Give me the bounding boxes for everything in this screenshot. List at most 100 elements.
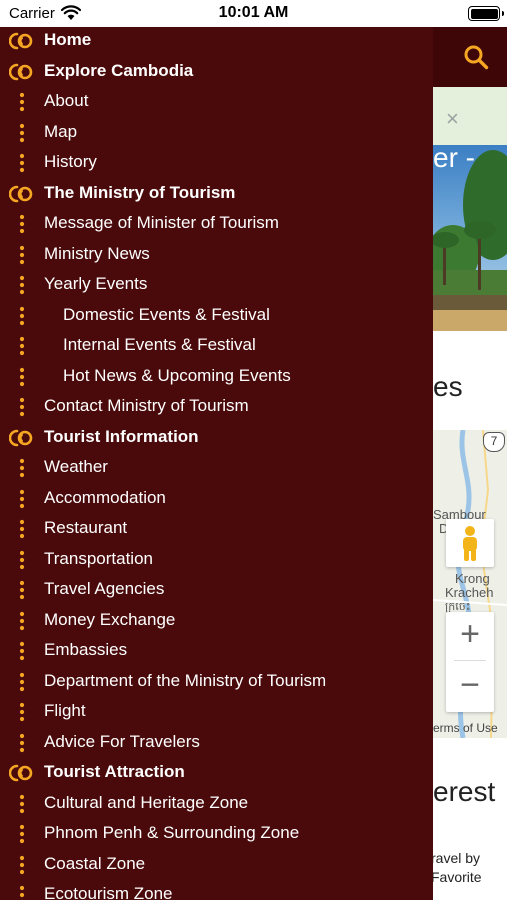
menu-item-label: Transportation xyxy=(44,548,153,568)
menu-item-ministry-news[interactable]: Ministry News xyxy=(0,240,433,271)
dots-icon xyxy=(9,855,35,875)
menu-item-label: Internal Events & Festival xyxy=(63,335,256,354)
dots-icon xyxy=(9,733,35,753)
menu-item-hot-news-and-upcoming-events[interactable]: Hot News & Upcoming Events xyxy=(0,362,433,393)
menu-item-tourist-attraction[interactable]: Tourist Attraction xyxy=(0,758,433,789)
close-icon[interactable]: × xyxy=(446,108,459,130)
zoom-controls: + − xyxy=(446,612,494,712)
dots-icon xyxy=(9,336,35,356)
menu-item-department-of-the-ministry-of-tourism[interactable]: Department of the Ministry of Tourism xyxy=(0,667,433,698)
section-heading: erest xyxy=(433,776,496,807)
dots-icon xyxy=(9,306,35,326)
divider xyxy=(454,660,486,661)
menu-item-label: Restaurant xyxy=(44,518,128,537)
menu-item-label: Advice For Travelers xyxy=(44,731,200,751)
menu-item-weather[interactable]: Weather xyxy=(0,453,433,484)
search-icon[interactable] xyxy=(463,44,489,70)
menu-item-label: Cultural and Heritage Zone xyxy=(44,792,249,812)
menu-item-restaurant[interactable]: Restaurant xyxy=(0,514,433,545)
pegman-icon xyxy=(463,526,477,561)
dots-icon xyxy=(9,458,35,478)
menu-item-label: Embassies xyxy=(44,640,128,659)
menu-item-label: Tourist Attraction xyxy=(44,762,185,781)
road-number: 7 xyxy=(490,434,498,448)
menu-item-yearly-events[interactable]: Yearly Events xyxy=(0,270,433,301)
menu-item-contact-ministry-of-tourism[interactable]: Contact Ministry of Tourism xyxy=(0,392,433,423)
menu-item-label: Map xyxy=(44,121,78,141)
dots-icon xyxy=(9,824,35,844)
menu-item-label: Travel Agencies xyxy=(44,579,165,598)
menu-item-cultural-and-heritage-zone[interactable]: Cultural and Heritage Zone xyxy=(0,789,433,820)
menu-item-label: Ministry News xyxy=(44,243,150,263)
menu-item-label: Contact Ministry of Tourism xyxy=(44,396,249,415)
battery-icon xyxy=(468,6,504,21)
menu-item-money-exchange[interactable]: Money Exchange xyxy=(0,606,433,637)
menu-item-embassies[interactable]: Embassies xyxy=(0,636,433,667)
menu-item-label: Accommodation xyxy=(44,487,166,507)
zoom-out-button[interactable]: − xyxy=(446,664,494,710)
menu-item-coastal-zone[interactable]: Coastal Zone xyxy=(0,850,433,881)
clock: 10:01 AM xyxy=(218,4,289,21)
menu-item-home[interactable]: Home xyxy=(0,27,433,57)
menu-item-label: Weather xyxy=(44,457,108,476)
street-view-button[interactable] xyxy=(446,519,494,567)
navigation-drawer: Home Explore Cambodia About Map History The M… xyxy=(0,27,433,900)
menu-item-internal-events-and-festival[interactable]: Internal Events & Festival xyxy=(0,331,433,362)
road-badge: 7 xyxy=(483,432,505,452)
menu-item-domestic-events-and-festival[interactable]: Domestic Events & Festival xyxy=(0,301,433,332)
menu-item-label: About xyxy=(44,91,89,110)
menu-item-label: Flight xyxy=(44,701,86,720)
menu-item-label: Home xyxy=(44,30,92,49)
menu-item-about[interactable]: About xyxy=(0,87,433,118)
menu-item-transportation[interactable]: Transportation xyxy=(0,545,433,576)
menu-item-label: Domestic Events & Festival xyxy=(63,304,270,324)
section-heading: es xyxy=(433,371,463,402)
menu-item-accommodation[interactable]: Accommodation xyxy=(0,484,433,515)
dots-icon xyxy=(9,245,35,265)
dots-icon xyxy=(9,672,35,692)
menu-item-map[interactable]: Map xyxy=(0,118,433,149)
dots-icon xyxy=(9,397,35,417)
status-bar: Carrier 10:01 AM xyxy=(0,0,507,27)
menu-item-label: Phnom Penh & Surrounding Zone xyxy=(44,823,300,842)
menu-item-label: Yearly Events xyxy=(44,274,148,293)
dots-icon xyxy=(9,153,35,173)
menu-item-label: Coastal Zone xyxy=(44,853,146,873)
menu-item-history[interactable]: History xyxy=(0,148,433,179)
menu-item-label: Department of the Ministry of Tourism xyxy=(44,670,327,690)
dots-icon xyxy=(9,794,35,814)
menu-item-the-ministry-of-tourism[interactable]: The Ministry of Tourism xyxy=(0,179,433,210)
menu-item-label: Explore Cambodia xyxy=(44,60,194,80)
dots-icon xyxy=(9,702,35,722)
menu-item-ecotourism-zone[interactable]: Ecotourism Zone xyxy=(0,880,433,900)
menu-item-explore-cambodia[interactable]: Explore Cambodia xyxy=(0,57,433,88)
menu-item-flight[interactable]: Flight xyxy=(0,697,433,728)
dots-icon xyxy=(9,489,35,509)
map-place-label: Kracheh xyxy=(445,585,494,600)
dots-icon xyxy=(9,214,35,234)
menu-item-travel-agencies[interactable]: Travel Agencies xyxy=(0,575,433,606)
zoom-in-button[interactable]: + xyxy=(446,612,494,658)
dots-icon xyxy=(9,519,35,539)
swirl-icon xyxy=(8,31,35,51)
menu-item-phnom-penh-and-surrounding-zone[interactable]: Phnom Penh & Surrounding Zone xyxy=(0,819,433,850)
map-terms-link[interactable]: erms of Use xyxy=(433,721,498,735)
menu-item-message-of-minister-of-tourism[interactable]: Message of Minister of Tourism xyxy=(0,209,433,240)
dots-icon xyxy=(9,641,35,661)
swirl-icon xyxy=(8,428,35,448)
dots-icon xyxy=(9,367,35,387)
dots-icon xyxy=(9,275,35,295)
menu-item-tourist-information[interactable]: Tourist Information xyxy=(0,423,433,454)
menu-item-label: Message of Minister of Tourism xyxy=(44,213,279,232)
swirl-icon xyxy=(8,763,35,783)
swirl-icon xyxy=(8,62,35,82)
menu-item-label: The Ministry of Tourism xyxy=(44,182,236,202)
swirl-icon xyxy=(8,184,35,204)
menu-item-label: Hot News & Upcoming Events xyxy=(63,365,291,385)
menu-item-advice-for-travelers[interactable]: Advice For Travelers xyxy=(0,728,433,759)
dots-icon xyxy=(9,123,35,143)
notification-banner xyxy=(433,87,507,145)
dots-icon xyxy=(9,92,35,112)
menu-item-label: Ecotourism Zone xyxy=(44,884,173,900)
hero-title: er - xyxy=(433,142,475,173)
